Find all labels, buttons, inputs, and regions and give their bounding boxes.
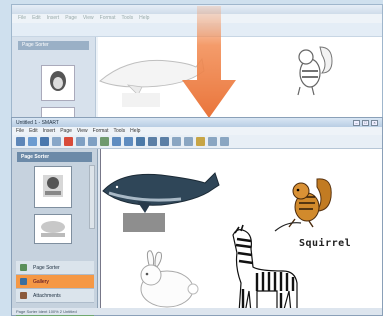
eraser-icon[interactable] (196, 137, 205, 146)
page-sorter-icon (20, 264, 27, 271)
background-page-thumbnail (41, 65, 75, 101)
faded-gray-box (122, 93, 160, 107)
tab-attachments[interactable]: Attachments (16, 289, 94, 303)
menu-edit[interactable]: Edit (29, 128, 38, 134)
menu-insert[interactable]: Insert (43, 128, 56, 134)
sorter-scrollbar[interactable] (89, 165, 95, 229)
rabbit-icon[interactable] (140, 250, 199, 308)
tab-gallery[interactable]: Gallery (16, 275, 94, 289)
bg-menu-insert: Insert (46, 15, 60, 21)
squirrel-text-label[interactable]: Squirrel (299, 238, 351, 249)
pen-icon[interactable] (172, 137, 181, 146)
window-titlebar: Untitled 1 - SMART – □ × (12, 118, 382, 127)
gallery-icon (20, 278, 27, 285)
side-tab-list: Page Sorter Gallery Attachments (16, 261, 94, 303)
capture-icon[interactable] (136, 137, 145, 146)
open-icon[interactable] (28, 137, 37, 146)
page-thumbnail-2[interactable] (34, 214, 72, 244)
redo-icon[interactable] (88, 137, 97, 146)
background-page-sorter-tab: Page Sorter (18, 41, 89, 50)
paste-icon[interactable] (52, 137, 61, 146)
shape-icon[interactable] (220, 137, 229, 146)
status-bar: Page Sorter Ident 100% 2 Untitled (12, 308, 382, 315)
menubar: File Edit Insert Page View Format Tools … (12, 127, 382, 135)
whale-icon[interactable] (102, 172, 220, 213)
insert-icon[interactable] (100, 137, 109, 146)
toolbar (12, 135, 382, 149)
down-arrow-icon (182, 6, 236, 118)
minimize-button[interactable]: – (353, 119, 360, 126)
page-sorter-title: Page Sorter (17, 152, 92, 162)
menu-tools[interactable]: Tools (113, 128, 125, 134)
attachments-icon (20, 292, 27, 299)
bg-menu-format: Format (99, 15, 116, 21)
notebook-window: Untitled 1 - SMART – □ × File Edit Inser… (11, 117, 383, 316)
maximize-button[interactable]: □ (362, 119, 369, 126)
new-page-icon[interactable] (16, 137, 25, 146)
zoom-out-icon[interactable] (160, 137, 169, 146)
window-title: Untitled 1 - SMART (16, 119, 59, 126)
table-icon[interactable] (124, 137, 133, 146)
background-side-panel: Page Sorter (12, 37, 96, 123)
chipmunk-icon[interactable] (274, 178, 332, 232)
highlighter-icon[interactable] (184, 137, 193, 146)
whiteboard-canvas[interactable]: Squirrel (100, 149, 382, 315)
faded-squirrel-icon (297, 46, 333, 96)
undo-icon[interactable] (76, 137, 85, 146)
page-thumbnail-1[interactable] (34, 166, 72, 208)
menu-help[interactable]: Help (130, 128, 140, 134)
bg-menu-help: Help (139, 15, 150, 21)
bg-menu-page: Page (65, 15, 77, 21)
window-controls: – □ × (353, 119, 378, 126)
menu-file[interactable]: File (16, 128, 24, 134)
hidden-label-box[interactable] (123, 213, 165, 232)
page-sorter-panel: Page Sorter Page Sorter Gallery Attachme… (12, 149, 98, 316)
zebra-icon[interactable] (232, 224, 298, 314)
bg-menu-file: File (18, 15, 27, 21)
menu-view[interactable]: View (77, 128, 88, 134)
menu-page[interactable]: Page (60, 128, 72, 134)
background-canvas (98, 37, 382, 123)
menu-format[interactable]: Format (93, 128, 109, 134)
save-icon[interactable] (40, 137, 49, 146)
bg-menu-tools: Tools (121, 15, 134, 21)
screen-shade-icon[interactable] (112, 137, 121, 146)
tab-page-sorter-label: Page Sorter (33, 264, 60, 271)
line-icon[interactable] (208, 137, 217, 146)
tab-attachments-label: Attachments (33, 292, 61, 299)
delete-icon[interactable] (64, 137, 73, 146)
tab-gallery-label: Gallery (33, 278, 49, 285)
bg-menu-edit: Edit (32, 15, 41, 21)
close-button[interactable]: × (371, 119, 378, 126)
bg-menu-view: View (82, 15, 94, 21)
tab-page-sorter[interactable]: Page Sorter (16, 261, 94, 275)
zoom-in-icon[interactable] (148, 137, 157, 146)
